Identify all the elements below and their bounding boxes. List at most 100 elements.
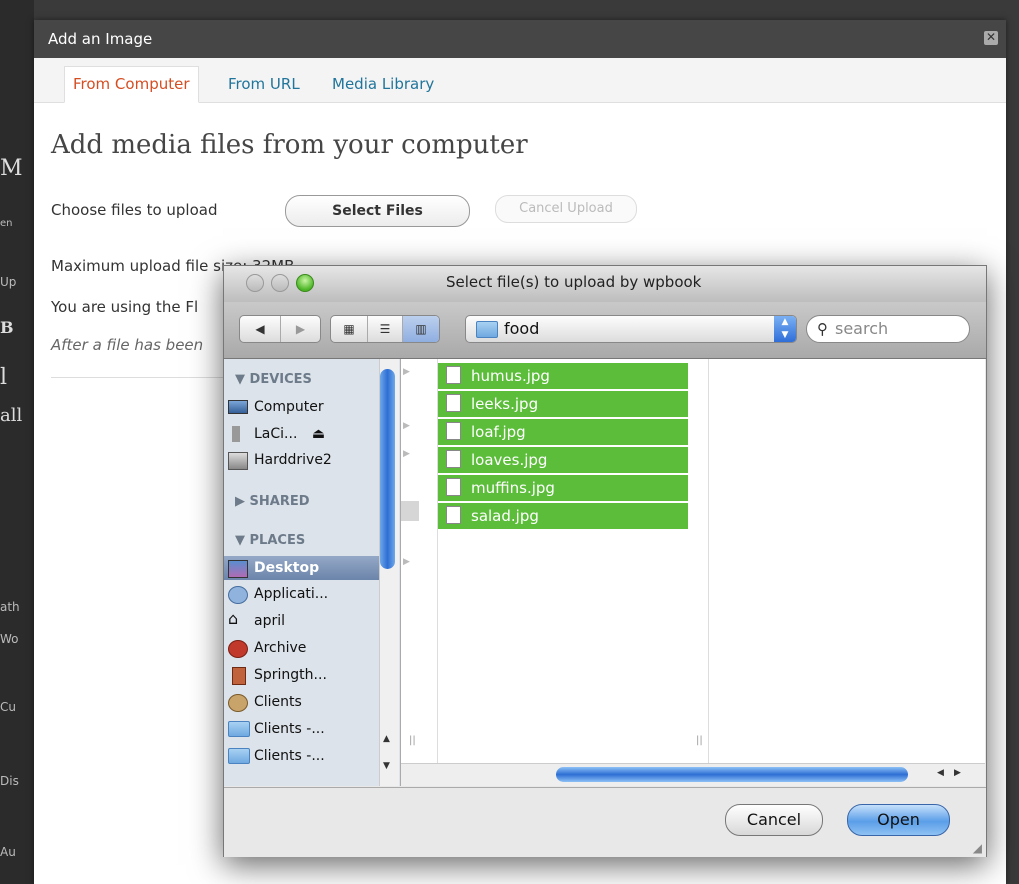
scroll-right-icon[interactable]: ▶ (954, 768, 961, 778)
dialog-titlebar: Select file(s) to upload by wpbook (224, 266, 986, 302)
tab-from-computer[interactable]: From Computer (64, 66, 199, 103)
column-resize-handle[interactable]: || (409, 735, 416, 746)
desktop-icon (228, 560, 248, 578)
sidebar-item-clients-2[interactable]: Clients -... (228, 717, 325, 741)
after-upload-text: After a file has been (51, 336, 204, 354)
sidebar-item-applications[interactable]: Applicati... (228, 582, 328, 606)
horizontal-scroll-thumb[interactable] (556, 767, 908, 782)
close-icon[interactable]: ✕ (984, 31, 998, 45)
bg-fragment: Up (0, 275, 17, 289)
sidebar-item-archive[interactable]: Archive (228, 636, 306, 660)
sidebar-item-clients-3[interactable]: Clients -... (228, 744, 325, 768)
bg-fragment: M (0, 156, 23, 181)
sidebar-item-computer[interactable]: Computer (228, 395, 324, 419)
scroll-up-icon[interactable]: ▲ (383, 734, 390, 744)
dialog-footer: Cancel Open ◢ (224, 787, 986, 857)
bg-fragment: Dis (0, 774, 19, 788)
file-item-loaf[interactable]: loaf.jpg (438, 419, 688, 447)
sidebar-scroll-thumb[interactable] (380, 369, 395, 569)
bg-fragment: Au (0, 845, 16, 859)
sidebar-item-april[interactable]: ⌂ april (228, 609, 285, 633)
folder-popup[interactable]: food ▲ ▼ (465, 315, 797, 343)
preview-column[interactable] (709, 359, 985, 786)
archive-icon (228, 640, 248, 658)
image-file-icon (446, 393, 461, 412)
tab-media-library[interactable]: Media Library (324, 67, 442, 102)
tab-from-url[interactable]: From URL (220, 67, 308, 102)
uploader-info-text: You are using the Fl (51, 298, 199, 316)
file-item-leeks[interactable]: leeks.jpg (438, 391, 688, 419)
dialog-toolbar: ◀ ▶ ▦ ☰ ▥ food ▲ ▼ ⚲ search (224, 302, 986, 359)
column-view-icon[interactable]: ▥ (403, 316, 439, 342)
close-window-icon[interactable] (246, 274, 264, 292)
back-forward-control: ◀ ▶ (239, 315, 321, 343)
minimize-window-icon[interactable] (271, 274, 289, 292)
file-item-muffins[interactable]: muffins.jpg (438, 475, 688, 503)
list-view-icon[interactable]: ☰ (368, 316, 403, 342)
bg-fragment: all (0, 405, 23, 426)
horizontal-scrollbar[interactable]: ◀ ▶ (401, 763, 985, 786)
scroll-left-icon[interactable]: ◀ (937, 768, 944, 778)
parent-column[interactable]: ▶ ▶ ▶ ▶ || (401, 359, 438, 786)
devices-heading: ▼ DEVICES (235, 372, 312, 387)
sidebar-item-desktop[interactable]: Desktop (224, 556, 386, 580)
folder-icon (476, 321, 498, 338)
file-item-humus[interactable]: humus.jpg (438, 363, 688, 391)
chevron-updown-icon: ▲ ▼ (774, 316, 796, 342)
dialog-title: Select file(s) to upload by wpbook (446, 273, 702, 291)
chevron-right-icon: ▶ (403, 557, 410, 567)
resize-grip-icon[interactable]: ◢ (973, 841, 982, 855)
file-item-loaves[interactable]: loaves.jpg (438, 447, 688, 475)
bg-fragment: Wo (0, 632, 19, 646)
drive-icon (232, 426, 240, 442)
forward-arrow-icon[interactable]: ▶ (281, 316, 320, 342)
sidebar-item-clients[interactable]: Clients (228, 690, 302, 714)
image-file-icon (446, 505, 461, 524)
bg-fragment: en (0, 218, 13, 229)
computer-icon (228, 400, 248, 414)
image-file-icon (446, 421, 461, 440)
cancel-button[interactable]: Cancel (725, 804, 823, 836)
home-icon: ⌂ (228, 609, 239, 628)
select-files-button[interactable]: Select Files (285, 195, 470, 227)
file-item-salad[interactable]: salad.jpg (438, 503, 688, 531)
scroll-down-icon[interactable]: ▼ (383, 761, 390, 771)
open-button[interactable]: Open (847, 804, 950, 836)
back-arrow-icon[interactable]: ◀ (240, 316, 281, 342)
file-list-column[interactable]: humus.jpg leeks.jpg loaf.jpg loaves.jpg … (438, 359, 709, 786)
icon-view-icon[interactable]: ▦ (331, 316, 368, 342)
chevron-right-icon: ▶ (403, 421, 410, 431)
shared-heading[interactable]: ▶ SHARED (235, 494, 310, 509)
hard-drive-icon (228, 452, 248, 470)
search-placeholder: search (835, 319, 889, 338)
search-icon: ⚲ (817, 320, 828, 338)
bg-fragment: Cu (0, 700, 16, 714)
places-heading: ▼ PLACES (235, 533, 306, 548)
cancel-upload-button[interactable]: Cancel Upload (495, 195, 637, 223)
page-heading: Add media files from your computer (51, 130, 528, 160)
choose-files-label: Choose files to upload (51, 201, 218, 219)
zoom-window-icon[interactable] (296, 274, 314, 292)
file-chooser-dialog: Select file(s) to upload by wpbook ◀ ▶ ▦… (223, 265, 987, 857)
eject-icon[interactable]: ⏏ (312, 426, 325, 442)
column-resize-handle[interactable]: || (696, 735, 703, 746)
chevron-right-icon: ▶ (403, 367, 410, 377)
selected-column-marker (401, 501, 419, 521)
sidebar-scrollbar[interactable]: ▲ ▼ (379, 359, 399, 786)
bg-fragment: l (0, 365, 8, 390)
sidebar-item-laci[interactable]: LaCi... ⏏ (232, 422, 325, 446)
sidebar-item-harddrive2[interactable]: Harddrive2 (228, 448, 332, 472)
sidebar-item-springth[interactable]: Springth... (232, 663, 327, 687)
modal-tabs: From Computer From URL Media Library (34, 58, 1006, 103)
divider (51, 377, 251, 378)
search-input[interactable]: ⚲ search (806, 315, 970, 343)
bg-fragment: ath (0, 600, 20, 614)
clients-icon (228, 694, 248, 712)
dialog-sidebar: ▼ DEVICES Computer LaCi... ⏏ Harddrive2 … (224, 359, 401, 786)
view-mode-control: ▦ ☰ ▥ (330, 315, 440, 343)
image-file-icon (446, 365, 461, 384)
bg-fragment: B (0, 318, 14, 337)
current-folder-label: food (504, 319, 540, 338)
modal-title: Add an Image (34, 20, 1006, 58)
chevron-right-icon: ▶ (403, 449, 410, 459)
